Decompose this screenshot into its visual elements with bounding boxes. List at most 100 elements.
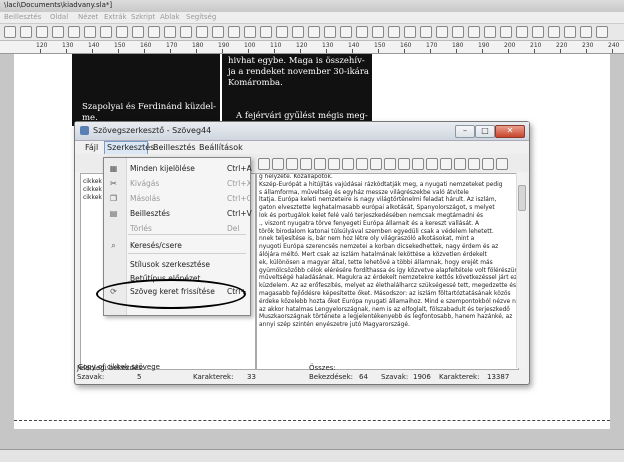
toolbar-button[interactable]: [100, 26, 112, 38]
toolbar-button[interactable]: [84, 26, 96, 38]
format-button[interactable]: [426, 158, 438, 170]
toolbar-button[interactable]: [420, 26, 432, 38]
menu-item-label: Keresés/csere: [130, 241, 182, 250]
toolbar-button[interactable]: [404, 26, 416, 38]
menu-szkript[interactable]: Szkript: [131, 13, 155, 21]
format-button[interactable]: [300, 158, 312, 170]
current-paragraph-label: Jelenlegi bekezdés:: [77, 364, 145, 372]
toolbar-button[interactable]: [116, 26, 128, 38]
text-line: gaton elvesztette leghatalmasabb európai…: [259, 205, 495, 212]
ruler-tick-mark: [300, 49, 301, 53]
toolbar-button[interactable]: [580, 26, 592, 38]
toolbar-button[interactable]: [596, 26, 608, 38]
vertical-scrollbar[interactable]: [516, 173, 526, 368]
ruler-tick-mark: [586, 49, 587, 53]
toolbar-button[interactable]: [308, 26, 320, 38]
format-button[interactable]: [328, 158, 340, 170]
format-button[interactable]: [314, 158, 326, 170]
style-item-2[interactable]: cikkek: [83, 186, 102, 193]
toolbar-button[interactable]: [212, 26, 224, 38]
dialog-menu-bar: Fájl Szerkesztés Beillesztés Beállítások: [75, 141, 529, 153]
format-button[interactable]: [454, 158, 466, 170]
menu-item-7[interactable]: Stílusok szerkesztése: [104, 258, 250, 271]
toolbar-button[interactable]: [340, 26, 352, 38]
scroll-thumb[interactable]: [518, 185, 526, 211]
text-frame-right[interactable]: hivhat egybe. Maga is összehív- ja a ren…: [222, 54, 372, 126]
toolbar-button[interactable]: [356, 26, 368, 38]
toolbar-button[interactable]: [548, 26, 560, 38]
toolbar-button[interactable]: [36, 26, 48, 38]
format-button[interactable]: [412, 158, 424, 170]
toolbar-button[interactable]: [164, 26, 176, 38]
format-button[interactable]: [356, 158, 368, 170]
dialog-menu-szerkesztes[interactable]: Szerkesztés: [107, 143, 154, 152]
toolbar-button[interactable]: [516, 26, 528, 38]
format-button[interactable]: [398, 158, 410, 170]
menu-segitseg[interactable]: Segítség: [186, 13, 216, 21]
menu-item-label: Másolás: [130, 194, 161, 203]
toolbar-button[interactable]: [20, 26, 32, 38]
style-item-3[interactable]: cikkek: [83, 194, 102, 201]
toolbar-button[interactable]: [52, 26, 64, 38]
ruler-tick-label: 230: [582, 42, 594, 49]
menu-ablak[interactable]: Ablak: [160, 13, 180, 21]
toolbar-button[interactable]: [388, 26, 400, 38]
style-item-1[interactable]: cikkek: [83, 178, 102, 185]
format-button[interactable]: [468, 158, 480, 170]
menu-item-4[interactable]: ▤ Beillesztés Ctrl+V: [104, 207, 252, 220]
format-button[interactable]: [286, 158, 298, 170]
toolbar-button[interactable]: [292, 26, 304, 38]
ruler-tick-label: 240: [608, 42, 620, 49]
ruler-tick-label: 180: [452, 42, 464, 49]
toolbar-button[interactable]: [500, 26, 512, 38]
toolbar-button[interactable]: [196, 26, 208, 38]
minimize-button[interactable]: –: [455, 125, 475, 138]
menu-item-2[interactable]: ✂ Kivágás Ctrl+X: [104, 177, 252, 190]
menu-beillesztes[interactable]: Beillesztés: [4, 13, 41, 21]
toolbar-button[interactable]: [324, 26, 336, 38]
ruler-tick-label: 160: [140, 42, 152, 49]
dialog-menu-fajl[interactable]: Fájl: [85, 143, 98, 152]
menu-extrak[interactable]: Extrák: [104, 13, 127, 21]
ruler-tick-mark: [196, 49, 197, 53]
dialog-menu-beillesztes[interactable]: Beillesztés: [153, 143, 196, 152]
ruler-tick-mark: [144, 49, 145, 53]
toolbar-button[interactable]: [436, 26, 448, 38]
format-button[interactable]: [496, 158, 508, 170]
text-frame-left[interactable]: Szapolyai és Ferdinánd küzdel- me.: [72, 54, 220, 126]
toolbar-button[interactable]: [532, 26, 544, 38]
format-button[interactable]: [440, 158, 452, 170]
toolbar-button[interactable]: [132, 26, 144, 38]
toolbar-button[interactable]: [564, 26, 576, 38]
menu-item-1[interactable]: ▦ Minden kijelölése Ctrl+A: [104, 162, 252, 175]
format-button[interactable]: [258, 158, 270, 170]
text-editor-area[interactable]: g helyzete. Közállapotok. Kszép-Európát a…: [256, 173, 519, 370]
toolbar-button[interactable]: [468, 26, 480, 38]
menu-oldal[interactable]: Oldal: [50, 13, 68, 21]
toolbar-button[interactable]: [148, 26, 160, 38]
toolbar-button[interactable]: [244, 26, 256, 38]
format-button[interactable]: [482, 158, 494, 170]
menu-nezet[interactable]: Nézet: [78, 13, 98, 21]
toolbar-button[interactable]: [4, 26, 16, 38]
toolbar-button[interactable]: [228, 26, 240, 38]
paste-icon: ▤: [109, 209, 118, 218]
format-button[interactable]: [272, 158, 284, 170]
format-button[interactable]: [342, 158, 354, 170]
text-line: Kszép-Európát a hitújítás vajúdásai rázk…: [259, 181, 503, 188]
dialog-menu-beallitasok[interactable]: Beállítások: [199, 143, 243, 152]
toolbar-button[interactable]: [484, 26, 496, 38]
maximize-button[interactable]: □: [475, 125, 495, 138]
toolbar-button[interactable]: [180, 26, 192, 38]
format-button[interactable]: [384, 158, 396, 170]
toolbar-button[interactable]: [276, 26, 288, 38]
menu-item-3[interactable]: ❐ Másolás Ctrl+C: [104, 192, 252, 205]
toolbar-button[interactable]: [68, 26, 80, 38]
close-button[interactable]: ✕: [495, 125, 525, 138]
toolbar-button[interactable]: [452, 26, 464, 38]
format-button[interactable]: [370, 158, 382, 170]
toolbar-button[interactable]: [372, 26, 384, 38]
ruler-tick-mark: [40, 49, 41, 53]
menu-item-6[interactable]: ⌕ Keresés/csere: [104, 239, 250, 252]
toolbar-button[interactable]: [260, 26, 272, 38]
